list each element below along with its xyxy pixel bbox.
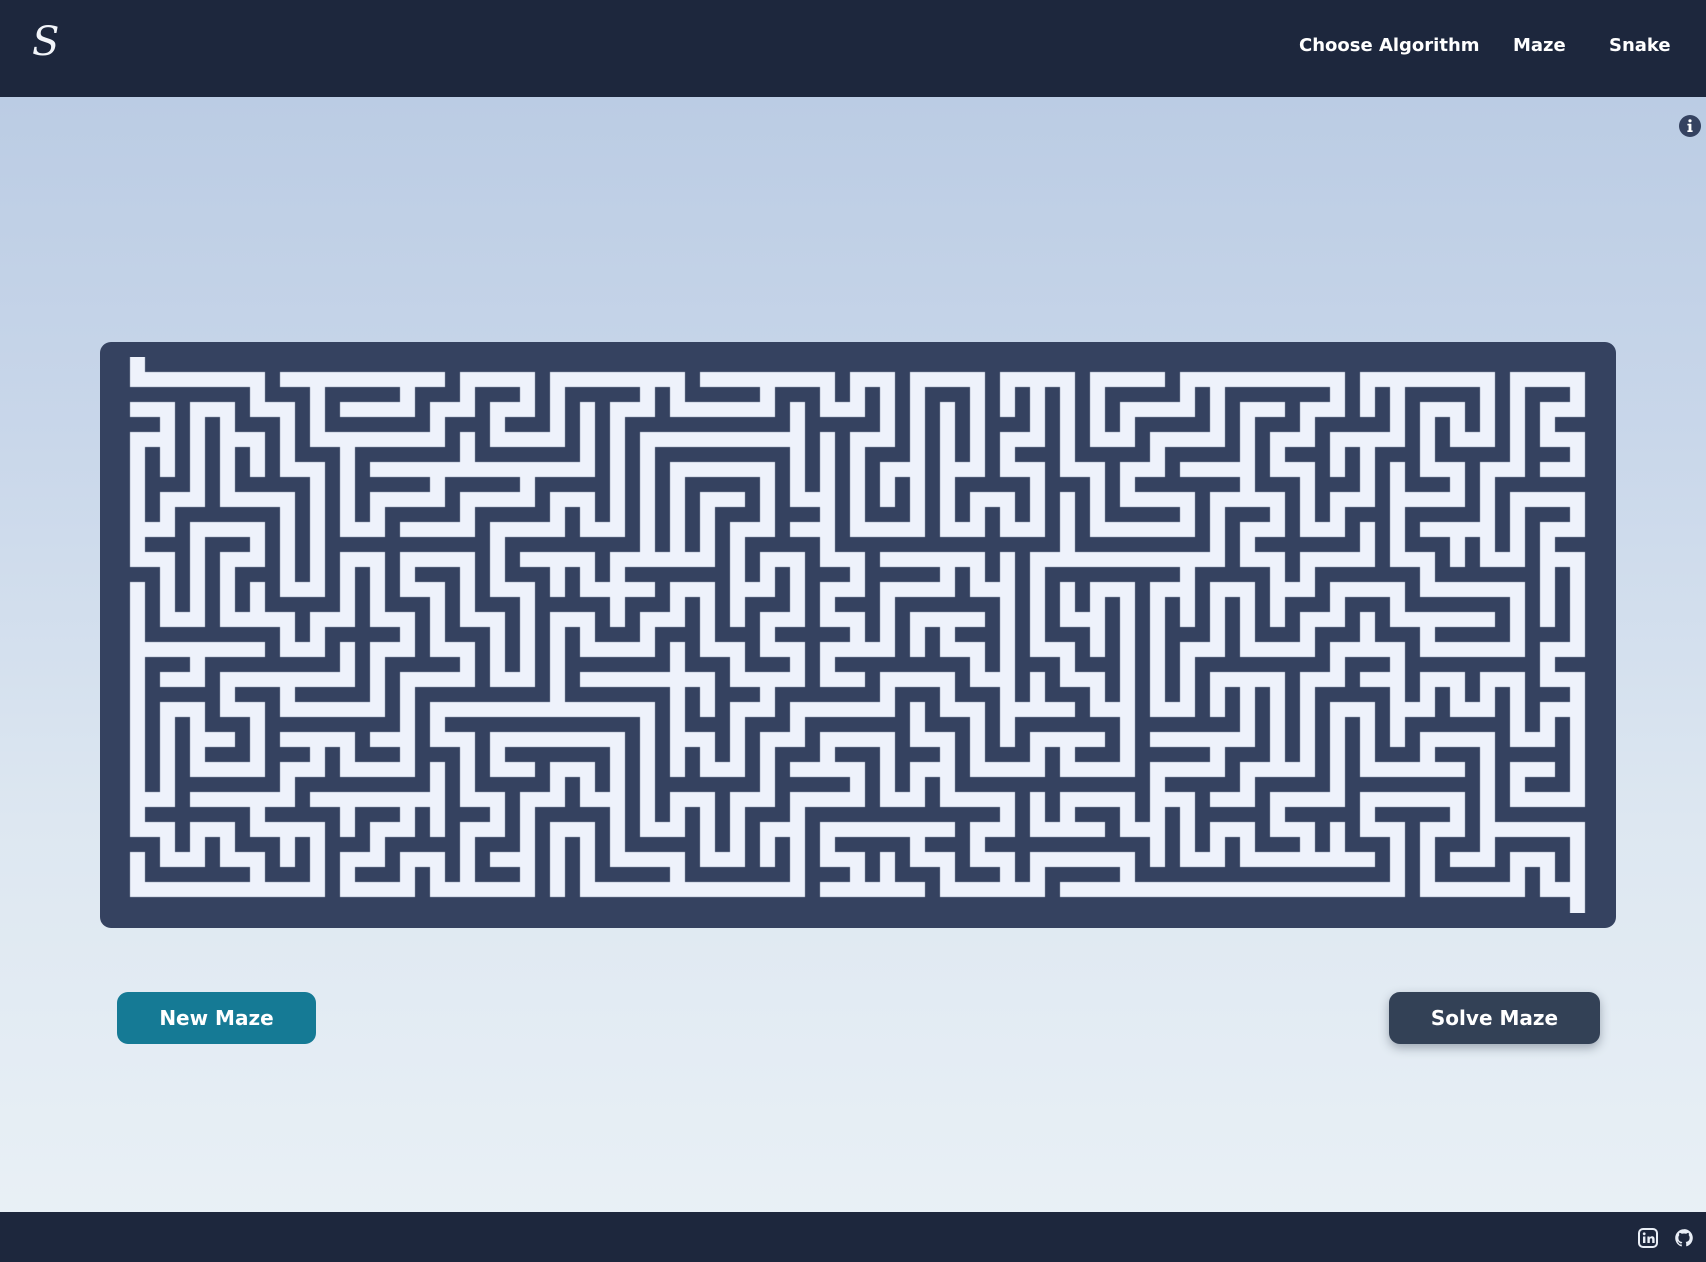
github-icon[interactable] <box>1674 1228 1694 1248</box>
solve-maze-button[interactable]: Solve Maze <box>1389 992 1600 1044</box>
maze-grid[interactable] <box>100 342 1616 928</box>
nav-choose-algorithm[interactable]: Choose Algorithm <box>1299 34 1480 58</box>
footer <box>0 1212 1706 1262</box>
nav-snake[interactable]: Snake <box>1609 34 1671 58</box>
info-icon[interactable] <box>1678 114 1702 138</box>
linkedin-icon[interactable] <box>1638 1228 1658 1248</box>
nav-maze[interactable]: Maze <box>1513 34 1566 58</box>
maze-canvas[interactable] <box>115 357 1601 913</box>
new-maze-button[interactable]: New Maze <box>117 992 316 1044</box>
site-logo[interactable]: S <box>32 18 59 66</box>
top-navigation-bar: S Choose Algorithm Maze Snake <box>0 0 1706 97</box>
